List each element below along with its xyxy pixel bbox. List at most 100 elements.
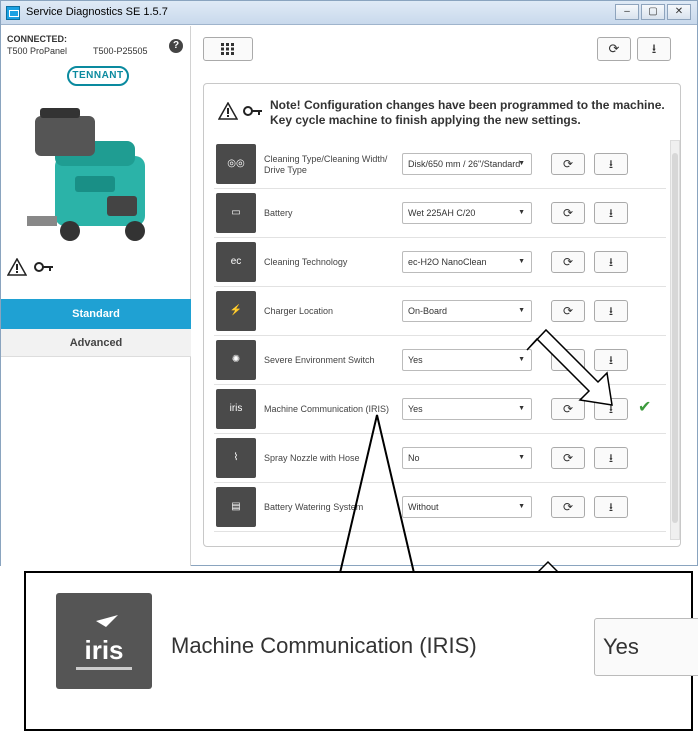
ec-h2o-icon: ec bbox=[216, 242, 256, 282]
window-title: Service Diagnostics SE 1.5.7 bbox=[26, 6, 168, 18]
charger-icon: ⚡ bbox=[216, 291, 256, 331]
row-download-button[interactable]: ⭳ bbox=[594, 202, 628, 224]
setting-select[interactable]: Without ▼ bbox=[402, 496, 532, 518]
row-refresh-button[interactable]: ⟳ bbox=[551, 398, 585, 420]
window-controls: – ▢ ✕ bbox=[615, 4, 691, 20]
refresh-icon: ⟳ bbox=[562, 206, 574, 220]
refresh-icon: ⟳ bbox=[608, 41, 620, 56]
chevron-down-icon: ▼ bbox=[518, 258, 525, 265]
settings-row: ◎◎ Cleaning Type/Cleaning Width/ Drive T… bbox=[214, 140, 666, 189]
callout-label: Machine Communication (IRIS) bbox=[171, 633, 477, 658]
battery-icon: ▭ bbox=[216, 193, 256, 233]
download-icon: ⭳ bbox=[651, 41, 657, 56]
settings-row: ▤ Battery Watering System Without ▼ ⟳ ⭳ bbox=[214, 483, 666, 532]
download-icon: ⭳ bbox=[608, 500, 614, 514]
download-icon: ⭳ bbox=[608, 206, 614, 220]
chevron-down-icon: ▼ bbox=[518, 356, 525, 363]
setting-select[interactable]: Disk/650 mm / 26"/Standard ▼ bbox=[402, 153, 532, 175]
maximize-button[interactable]: ▢ bbox=[641, 4, 665, 20]
grid-menu-button[interactable] bbox=[203, 37, 253, 61]
machine-status-icons bbox=[7, 258, 55, 276]
nav-standard[interactable]: Standard bbox=[1, 299, 191, 329]
chevron-down-icon: ▼ bbox=[518, 503, 525, 510]
settings-row: ⚡ Charger Location On-Board ▼ ⟳ ⭳ bbox=[214, 287, 666, 336]
chevron-down-icon: ▼ bbox=[518, 307, 525, 314]
setting-select[interactable]: Yes ▼ bbox=[402, 398, 532, 420]
setting-select[interactable]: Yes ▼ bbox=[402, 349, 532, 371]
row-download-button[interactable]: ⭳ bbox=[594, 153, 628, 175]
connection-label: CONNECTED: bbox=[7, 34, 67, 44]
setting-label: Machine Communication (IRIS) bbox=[264, 404, 390, 414]
row-refresh-button[interactable]: ⟳ bbox=[551, 153, 585, 175]
iris-icon: iris bbox=[56, 593, 152, 689]
chevron-down-icon: ▼ bbox=[518, 209, 525, 216]
machine-model: T500 ProPanel bbox=[7, 46, 68, 56]
settings-row: ✺ Severe Environment Switch Yes ▼ ⟳ ⭳ bbox=[214, 336, 666, 385]
refresh-icon: ⟳ bbox=[562, 353, 574, 367]
setting-select[interactable]: ec-H2O NanoClean ▼ bbox=[402, 251, 532, 273]
machine-serial: T500-P25505 bbox=[93, 46, 148, 56]
setting-label: Severe Environment Switch bbox=[264, 355, 375, 365]
download-icon: ⭳ bbox=[608, 353, 614, 367]
download-icon: ⭳ bbox=[608, 304, 614, 318]
refresh-icon: ⟳ bbox=[562, 451, 574, 465]
setting-select[interactable]: Wet 225AH C/20 ▼ bbox=[402, 202, 532, 224]
toolbar-download-button[interactable]: ⭳ bbox=[637, 37, 671, 61]
setting-select[interactable]: No ▼ bbox=[402, 447, 532, 469]
row-download-button[interactable]: ⭳ bbox=[594, 251, 628, 273]
row-download-button[interactable]: ⭳ bbox=[594, 349, 628, 371]
help-icon[interactable]: ? bbox=[169, 39, 183, 53]
iris-icon: iris bbox=[216, 389, 256, 429]
refresh-icon: ⟳ bbox=[562, 304, 574, 318]
download-icon: ⭳ bbox=[608, 157, 614, 171]
row-refresh-button[interactable]: ⟳ bbox=[551, 202, 585, 224]
app-window: Service Diagnostics SE 1.5.7 – ▢ ✕ CONNE… bbox=[0, 0, 698, 566]
setting-value: ec-H2O NanoClean bbox=[408, 257, 487, 267]
checkmark-icon: ✔ bbox=[638, 399, 652, 416]
row-download-button[interactable]: ⭳ bbox=[594, 300, 628, 322]
scroll-thumb[interactable] bbox=[672, 153, 678, 523]
row-download-button[interactable]: ⭳ bbox=[594, 398, 628, 420]
row-refresh-button[interactable]: ⟳ bbox=[551, 251, 585, 273]
setting-label: Spray Nozzle with Hose bbox=[264, 453, 360, 463]
row-refresh-button[interactable]: ⟳ bbox=[551, 349, 585, 371]
chevron-down-icon: ▼ bbox=[518, 160, 525, 167]
cleaning-pads-icon: ◎◎ bbox=[216, 144, 256, 184]
close-button[interactable]: ✕ bbox=[667, 4, 691, 20]
warning-icon bbox=[7, 258, 27, 276]
svg-text:iris: iris bbox=[84, 635, 123, 665]
scrollbar[interactable] bbox=[670, 140, 680, 540]
setting-label: Battery Watering System bbox=[264, 502, 364, 512]
row-refresh-button[interactable]: ⟳ bbox=[551, 300, 585, 322]
minimize-button[interactable]: – bbox=[615, 4, 639, 20]
setting-value: On-Board bbox=[408, 306, 448, 316]
settings-row: ec Cleaning Technology ec-H2O NanoClean … bbox=[214, 238, 666, 287]
refresh-icon: ⟳ bbox=[562, 402, 574, 416]
brand-logo: TENNANT bbox=[67, 66, 129, 86]
app-icon bbox=[6, 6, 20, 20]
setting-value: No bbox=[408, 453, 420, 463]
configuration-panel: Note! Configuration changes have been pr… bbox=[203, 83, 681, 547]
toolbar-refresh-button[interactable]: ⟳ bbox=[597, 37, 631, 61]
connection-status: CONNECTED: bbox=[7, 34, 67, 44]
refresh-icon: ⟳ bbox=[562, 500, 574, 514]
battery-watering-icon: ▤ bbox=[216, 487, 256, 527]
callout-iris-select[interactable]: Yes bbox=[594, 618, 698, 676]
setting-select[interactable]: On-Board ▼ bbox=[402, 300, 532, 322]
settings-row: ▭ Battery Wet 225AH C/20 ▼ ⟳ ⭳ bbox=[214, 189, 666, 238]
machine-sidebar: CONNECTED: T500 ProPanel T500-P25505 ? T… bbox=[1, 26, 191, 566]
refresh-icon: ⟳ bbox=[562, 157, 574, 171]
setting-label: Charger Location bbox=[264, 306, 334, 316]
settings-list: ◎◎ Cleaning Type/Cleaning Width/ Drive T… bbox=[214, 140, 666, 532]
row-download-button[interactable]: ⭳ bbox=[594, 447, 628, 469]
row-refresh-button[interactable]: ⟳ bbox=[551, 447, 585, 469]
nav-advanced[interactable]: Advanced bbox=[1, 329, 191, 357]
row-download-button[interactable]: ⭳ bbox=[594, 496, 628, 518]
row-refresh-button[interactable]: ⟳ bbox=[551, 496, 585, 518]
setting-label: Battery bbox=[264, 208, 293, 218]
settings-row: iris Machine Communication (IRIS) Yes ▼ … bbox=[214, 385, 666, 434]
setting-value: Yes bbox=[408, 355, 423, 365]
chevron-down-icon: ▼ bbox=[518, 454, 525, 461]
zoom-callout: iris Machine Communication (IRIS) Yes bbox=[24, 571, 698, 731]
setting-label: Cleaning Technology bbox=[264, 257, 348, 267]
